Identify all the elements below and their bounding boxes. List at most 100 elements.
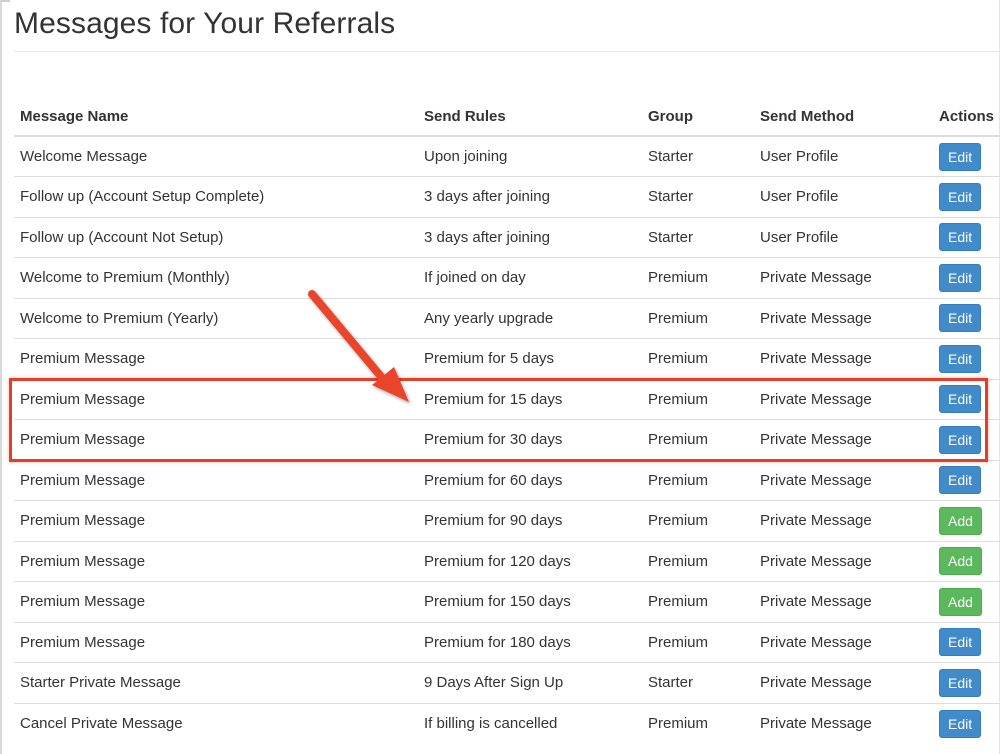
add-button[interactable]: Add	[939, 587, 982, 616]
table-body: Welcome Message Upon joining Starter User P…	[14, 136, 1000, 744]
page-title: Messages for Your Referrals	[14, 7, 396, 40]
table-row: Premium Message Premium for 15 days Premiu…	[14, 378, 1000, 420]
actions-cell: Add	[933, 540, 1000, 582]
group-cell: Premium	[642, 459, 754, 501]
column-header-send-rules[interactable]: Send Rules	[418, 97, 642, 137]
edit-button[interactable]: Edit	[939, 668, 982, 697]
actions-cell: Edit	[933, 419, 1000, 460]
column-header-group[interactable]: Group	[642, 97, 754, 137]
actions-cell: Edit	[933, 621, 1000, 663]
actions-cell: Edit	[933, 297, 1000, 339]
edit-button[interactable]: Edit	[939, 709, 982, 738]
edit-button[interactable]: Edit	[939, 385, 982, 414]
group-cell: Starter	[642, 176, 754, 217]
send-method-cell: Private Message	[754, 378, 933, 420]
message-name-cell: Premium Message	[14, 378, 418, 420]
message-name-cell: Premium Message	[14, 621, 418, 663]
send-method-cell: Private Message	[754, 540, 933, 582]
table-row: Welcome to Premium (Yearly) Any yearly up…	[14, 297, 1000, 339]
message-name-cell: Premium Message	[14, 581, 418, 622]
table-row: Premium Message Premium for 150 days Premi…	[14, 581, 1000, 622]
send-method-cell: Private Message	[754, 459, 933, 501]
actions-cell: Edit	[933, 459, 1000, 501]
table-row: Premium Message Premium for 5 days Premium…	[14, 338, 1000, 379]
add-button[interactable]: Add	[939, 547, 982, 576]
send-rules-cell: If joined on day	[418, 257, 642, 298]
send-rules-cell: Upon joining	[424, 148, 508, 165]
edit-button[interactable]: Edit	[939, 182, 982, 211]
message-name-cell: Premium Message	[14, 500, 418, 541]
message-name-cell: Premium Message	[14, 419, 418, 460]
send-method-cell: User Profile	[760, 148, 839, 165]
table-row: Welcome Message Upon joining Starter User P…	[14, 136, 1000, 177]
send-method-cell: User Profile	[754, 216, 933, 258]
table-row: Premium Message Premium for 180 days Premi…	[14, 621, 1000, 663]
message-name-cell: Follow up (Account Setup Complete)	[14, 176, 418, 217]
window-edge-corner	[0, 0, 10, 2]
table-row: Follow up (Account Setup Complete) 3 days…	[14, 176, 1000, 217]
actions-cell: Edit	[933, 702, 1000, 744]
send-rules-cell: Premium for 30 days	[418, 419, 642, 460]
actions-cell: Edit	[933, 338, 1000, 379]
send-method-cell: Private Message	[754, 581, 933, 622]
send-rules-cell: Premium for 90 days	[418, 500, 642, 541]
edit-button[interactable]: Edit	[939, 263, 982, 292]
actions-cell: Edit	[933, 662, 1000, 703]
send-method-cell: Private Message	[754, 500, 933, 541]
edit-button[interactable]: Edit	[939, 223, 982, 252]
column-header-message-name[interactable]: Message Name	[14, 97, 418, 137]
group-cell: Premium	[642, 540, 754, 582]
group-cell: Starter	[648, 148, 694, 165]
table-row: Welcome to Premium (Monthly) If joined on…	[14, 257, 1000, 298]
actions-cell: Edit	[933, 176, 1000, 217]
table-row: Premium Message Premium for 90 days Premiu…	[14, 500, 1000, 541]
group-cell: Premium	[642, 378, 754, 420]
actions-cell: Edit	[933, 216, 1000, 258]
send-method-cell: Private Message	[754, 297, 933, 339]
group-cell: Starter	[642, 662, 754, 703]
send-rules-cell: Premium for 5 days	[418, 338, 642, 379]
message-name-cell: Starter Private Message	[14, 662, 418, 703]
send-rules-cell: 3 days after joining	[418, 176, 642, 217]
column-header-send-method[interactable]: Send Method	[754, 97, 933, 137]
window-edge	[0, 0, 2, 754]
group-cell: Premium	[642, 500, 754, 541]
group-cell: Premium	[642, 297, 754, 339]
group-cell: Premium	[642, 257, 754, 298]
actions-cell: Edit	[933, 378, 1000, 420]
message-name-cell: Premium Message	[14, 338, 418, 379]
group-cell: Premium	[642, 419, 754, 460]
edit-button[interactable]: Edit	[939, 344, 982, 373]
table-row: Starter Private Message 9 Days After Sign…	[14, 662, 1000, 703]
group-cell: Premium	[642, 702, 754, 744]
edit-button[interactable]: Edit	[939, 425, 982, 454]
edit-button[interactable]: Edit	[939, 304, 982, 333]
send-rules-cell: 9 Days After Sign Up	[418, 662, 642, 703]
actions-cell: Add	[933, 500, 1000, 541]
edit-button[interactable]: Edit	[939, 628, 982, 657]
group-cell: Starter	[642, 216, 754, 258]
group-cell: Premium	[642, 338, 754, 379]
actions-cell: Add	[933, 581, 1000, 622]
title-divider	[14, 51, 1000, 52]
message-name-cell: Welcome to Premium (Yearly)	[14, 297, 418, 339]
send-method-cell: User Profile	[754, 176, 933, 217]
message-name-cell: Cancel Private Message	[14, 702, 418, 744]
edit-button[interactable]: Edit	[939, 142, 982, 171]
send-method-cell: Private Message	[754, 621, 933, 663]
table-header: Message Name Send Rules Group Send Metho…	[14, 97, 1000, 137]
send-method-cell: Private Message	[754, 338, 933, 379]
send-method-cell: Private Message	[754, 257, 933, 298]
message-name-cell: Welcome to Premium (Monthly)	[14, 257, 418, 298]
column-header-actions: Actions	[933, 97, 1000, 137]
edit-button[interactable]: Edit	[939, 466, 982, 495]
send-rules-cell: Premium for 15 days	[418, 378, 642, 420]
actions-cell: Edit	[933, 136, 1000, 177]
send-rules-cell: Premium for 150 days	[418, 581, 642, 622]
send-rules-cell: Premium for 180 days	[418, 621, 642, 663]
group-cell: Premium	[642, 621, 754, 663]
send-rules-cell: If billing is cancelled	[418, 702, 642, 744]
send-method-cell: Private Message	[754, 662, 933, 703]
actions-cell: Edit	[933, 257, 1000, 298]
add-button[interactable]: Add	[939, 506, 982, 535]
